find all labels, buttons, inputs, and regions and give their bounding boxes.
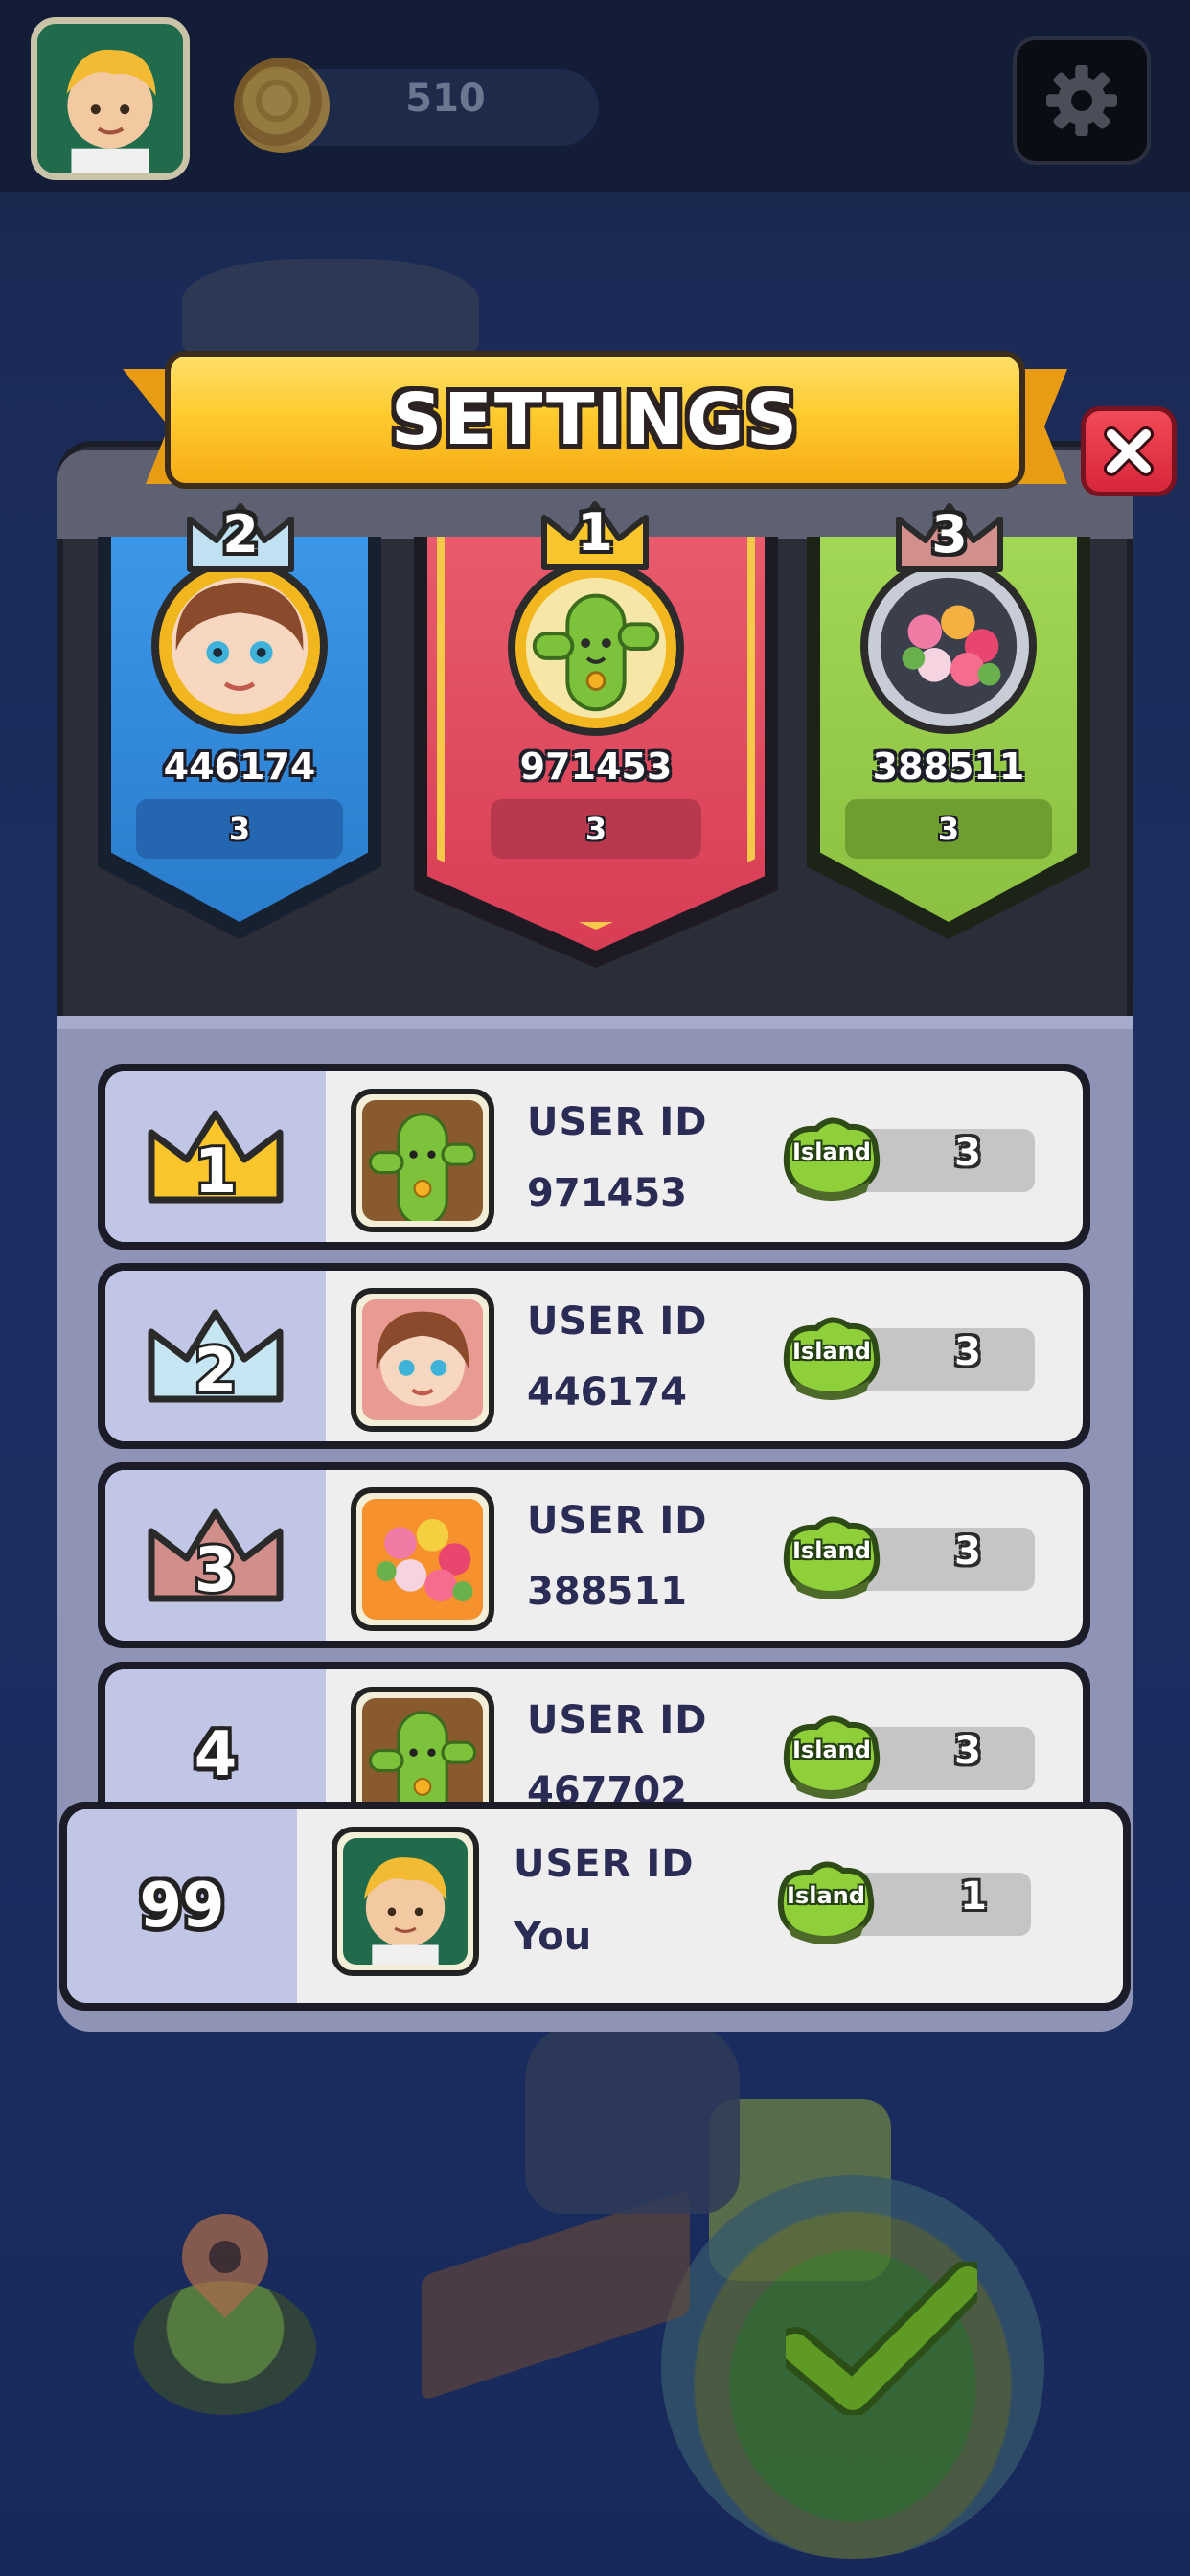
island-icon: Island — [778, 1508, 885, 1604]
rank-cell: 4 — [105, 1669, 326, 1806]
user-id-value: 971453 — [527, 1171, 687, 1215]
leaderboard-row[interactable]: 3 USER ID 388511 Island 3 — [98, 1462, 1090, 1648]
podium-avatar-rank-3 — [860, 558, 1037, 734]
podium-banner-rank-2: 446174 3 — [98, 537, 381, 939]
rank-cell: 2 — [105, 1271, 326, 1441]
user-id-label: USER ID — [527, 1698, 708, 1742]
podium-avatar-rank-2 — [151, 558, 328, 734]
leaderboard-row[interactable]: 4 USER ID 467702 Island 3 — [98, 1662, 1090, 1806]
coin-value: 510 — [405, 77, 486, 121]
coin-icon — [234, 58, 330, 153]
crown-icon-rank-2: 2 — [184, 498, 297, 575]
user-id-label: USER ID — [527, 1100, 708, 1144]
rank-number: 4 — [194, 1719, 238, 1790]
podium-banner-rank-3: 388511 3 — [807, 537, 1090, 939]
title-ribbon: SETTINGS — [165, 351, 1025, 489]
island-count: 3 — [954, 1330, 981, 1374]
gear-icon — [1046, 65, 1117, 136]
podium-islands-rank-3: 3 — [845, 799, 1052, 859]
podium-islands-rank-1: 3 — [491, 799, 701, 859]
island-icon: Island — [772, 1853, 880, 1949]
cactus-avatar-icon — [525, 577, 667, 719]
rank-cell: 1 — [105, 1071, 326, 1242]
user-id-label: USER ID — [527, 1300, 708, 1344]
blonde-boy-avatar-icon — [363, 1857, 447, 1965]
bouquet-avatar-icon — [376, 1519, 473, 1602]
girl-avatar-icon — [171, 577, 309, 715]
close-icon — [1104, 426, 1154, 476]
leaderboard-row[interactable]: 1 USER ID 971453 Island 3 — [98, 1064, 1090, 1250]
checkmark-icon — [786, 2262, 977, 2415]
user-id-value: 388511 — [527, 1570, 687, 1614]
podium-score-rank-1: 971453 — [519, 746, 673, 788]
rank-cell: 3 — [105, 1470, 326, 1641]
island-icon: Island — [778, 1110, 885, 1206]
user-avatar — [332, 1827, 479, 1976]
settings-button[interactable] — [1013, 36, 1151, 165]
crown-icon-rank-3: 3 — [893, 498, 1006, 575]
background-rock-island — [182, 259, 479, 364]
user-avatar — [351, 1288, 494, 1432]
silver-crown-icon: 2 — [148, 1309, 284, 1409]
cactus-avatar-icon — [368, 1113, 477, 1221]
user-avatar — [351, 1487, 494, 1631]
user-id-value: You — [514, 1915, 592, 1959]
podium-score-rank-3: 388511 — [872, 746, 1025, 788]
user-avatar — [351, 1089, 494, 1232]
svg-text:2: 2 — [195, 1336, 238, 1407]
svg-text:3: 3 — [195, 1535, 238, 1606]
user-avatar — [351, 1687, 494, 1806]
panel-title: SETTINGS — [391, 379, 799, 461]
player-avatar[interactable] — [31, 17, 190, 180]
leaderboard-row-clip: 4 USER ID 467702 Island 3 — [57, 1658, 1133, 1806]
background-character-bubble — [525, 2022, 740, 2214]
podium-banner-rank-1: 971453 3 — [414, 537, 778, 968]
crown-icon-rank-1: 1 — [538, 496, 652, 573]
svg-text:1: 1 — [195, 1137, 238, 1208]
background-dock — [422, 2189, 690, 2402]
island-count: 1 — [960, 1874, 987, 1919]
island-icon: Island — [778, 1708, 885, 1804]
podium-score-rank-2: 446174 — [163, 746, 316, 788]
podium-islands-rank-2: 3 — [136, 799, 343, 859]
bouquet-avatar-icon — [880, 577, 1018, 715]
gold-crown-icon: 1 — [148, 1110, 284, 1209]
island-count: 3 — [954, 1729, 981, 1773]
rank-number: 99 — [139, 1871, 225, 1942]
leaderboard-row[interactable]: 2 USER ID 446174 Island 3 — [98, 1263, 1090, 1449]
close-button[interactable] — [1081, 406, 1177, 496]
user-id-label: USER ID — [527, 1499, 708, 1543]
island-icon: Island — [778, 1309, 885, 1405]
my-rank-row[interactable]: 99 USER ID You Island 1 — [59, 1802, 1131, 2011]
podium-avatar-rank-1 — [508, 560, 684, 736]
user-id-label: USER ID — [514, 1842, 695, 1886]
island-count: 3 — [954, 1131, 981, 1175]
cactus-avatar-icon — [368, 1711, 477, 1806]
bronze-crown-icon: 3 — [148, 1508, 284, 1608]
girl-avatar-icon — [362, 1300, 483, 1420]
rank-cell: 99 — [67, 1809, 297, 2003]
island-count: 3 — [954, 1530, 981, 1574]
blonde-boy-avatar-icon — [37, 26, 183, 173]
user-id-value: 446174 — [527, 1370, 687, 1414]
